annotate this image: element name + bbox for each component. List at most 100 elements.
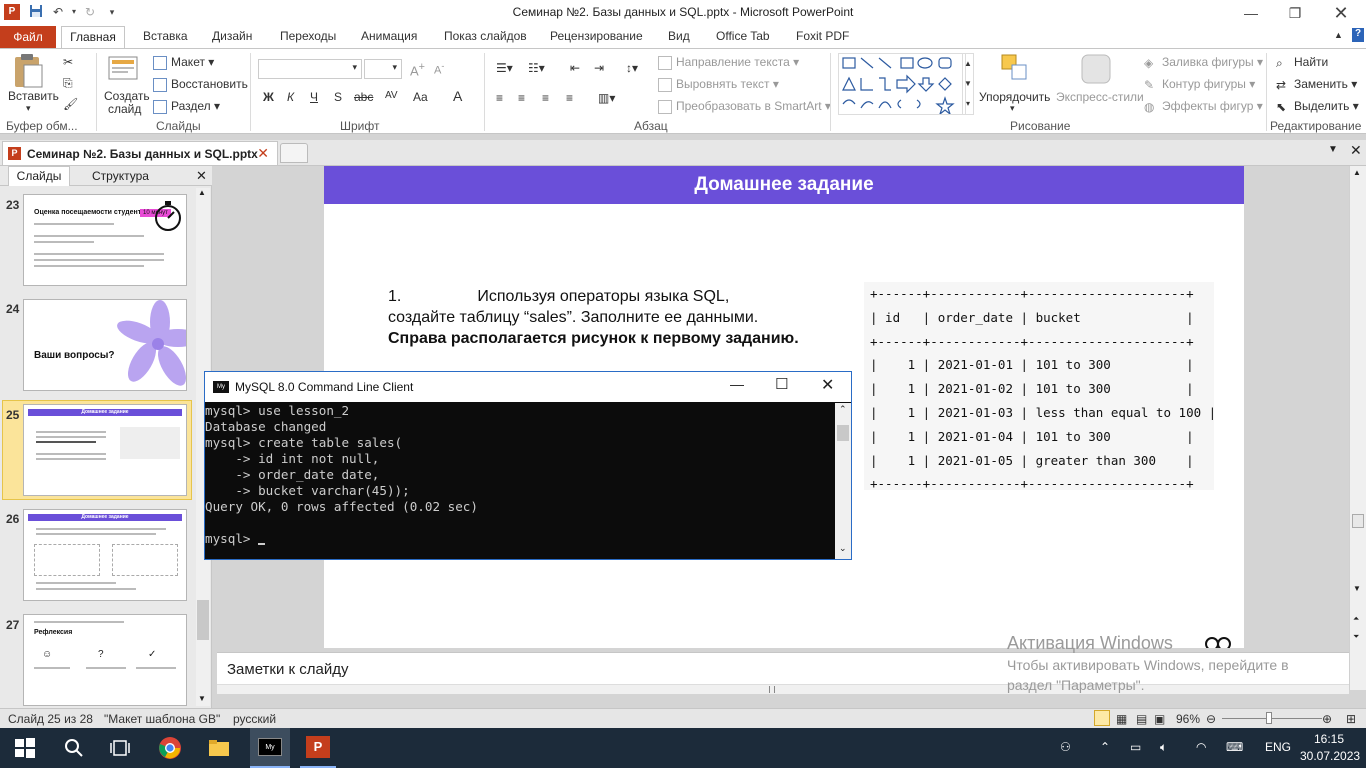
reset-button[interactable]: Восстановить (153, 77, 248, 92)
zoom-level[interactable]: 96% (1176, 712, 1200, 726)
scroll-down-icon[interactable]: ⌄ (839, 543, 847, 554)
tab-foxit-pdf[interactable]: Foxit PDF (796, 29, 849, 43)
tab-design[interactable]: Дизайн (212, 29, 252, 43)
taskbar-mysql-active[interactable]: My (250, 728, 290, 768)
editor-scroll-thumb[interactable] (1352, 514, 1364, 528)
close-button[interactable]: ✕ (1318, 0, 1364, 26)
language-indicator[interactable]: ENG (1265, 740, 1291, 754)
italic-button[interactable]: К (287, 90, 294, 104)
tab-list-dropdown-icon[interactable]: ▼ (1328, 144, 1338, 155)
reading-view-icon[interactable]: ▤ (1136, 712, 1147, 726)
align-right-icon[interactable]: ≡ (542, 91, 549, 105)
new-slide-icon[interactable] (108, 55, 138, 83)
console-output[interactable]: mysql> use lesson_2 Database changed mys… (205, 403, 835, 559)
chevron-up-icon[interactable]: ⌃ (1100, 740, 1110, 754)
arrange-icon[interactable] (1000, 53, 1030, 83)
scroll-up-icon[interactable]: ▲ (198, 188, 206, 197)
decrease-indent-icon[interactable]: ⇤ (570, 61, 580, 75)
section-button[interactable]: Раздел ▾ (153, 99, 220, 114)
battery-icon[interactable]: ▭ (1130, 740, 1141, 754)
minimize-button[interactable]: — (1228, 0, 1274, 26)
scroll-up-icon[interactable]: ▲ (1353, 168, 1361, 177)
normal-view-icon[interactable] (1094, 710, 1110, 726)
font-size-select[interactable]: ▾ (364, 59, 402, 79)
task-text[interactable]: 1. Используя операторы языка SQL, создайт… (388, 286, 828, 349)
slide-thumbnail-24[interactable]: Ваши вопросы? (23, 299, 187, 391)
paste-icon[interactable] (12, 53, 46, 91)
grow-font-icon[interactable]: A+ (410, 61, 425, 78)
windows-start-icon[interactable] (13, 736, 37, 760)
char-spacing-button[interactable]: AV (385, 90, 398, 101)
zoom-out-icon[interactable]: ⊖ (1206, 712, 1216, 726)
tab-file[interactable]: Файл (0, 26, 56, 48)
zoom-slider-thumb[interactable] (1266, 712, 1272, 724)
shapes-scroll[interactable]: ▲ ▼ ▾ (962, 53, 974, 115)
clock-date[interactable]: 30.07.2023 (1300, 749, 1360, 763)
tab-animation[interactable]: Анимация (361, 29, 417, 43)
tab-outline[interactable]: Структура (92, 169, 149, 183)
shrink-font-icon[interactable]: A- (434, 61, 444, 77)
align-left-icon[interactable]: ≡ (496, 91, 503, 105)
tab-home[interactable]: Главная (61, 26, 125, 49)
tab-slides[interactable]: Слайды (8, 166, 70, 186)
shape-effects-button[interactable]: ◍ Эффекты фигур ▾ (1144, 99, 1263, 114)
help-icon[interactable]: ? (1352, 28, 1364, 42)
bold-button[interactable]: Ж (263, 90, 274, 104)
scroll-down-icon[interactable]: ▼ (198, 694, 206, 703)
notes-placeholder[interactable]: Заметки к слайду (227, 661, 349, 678)
restore-button[interactable]: ❐ (1272, 0, 1318, 26)
tab-office-tab[interactable]: Office Tab (716, 29, 770, 43)
smartart-button[interactable]: Преобразовать в SmartArt ▾ (658, 99, 831, 114)
console-scroll-thumb[interactable] (837, 425, 849, 441)
close-all-icon[interactable]: ✕ (1350, 142, 1362, 159)
slideshow-icon[interactable]: ▣ (1154, 712, 1165, 726)
zoom-in-icon[interactable]: ⊕ (1322, 712, 1332, 726)
text-direction-button[interactable]: Направление текста ▾ (658, 55, 799, 70)
network-icon[interactable]: ◠ (1196, 740, 1206, 754)
slide-thumbnail-25[interactable]: Домашнее задание (23, 404, 187, 496)
panel-scroll-thumb[interactable] (197, 600, 209, 640)
replace-button[interactable]: ⇄ Заменить ▾ (1276, 77, 1357, 92)
align-center-icon[interactable]: ≡ (518, 91, 525, 105)
task-view-icon[interactable] (108, 736, 132, 760)
shapes-gallery[interactable] (838, 53, 966, 116)
justify-icon[interactable]: ≡ (566, 91, 573, 105)
layout-button[interactable]: Макет ▾ (153, 55, 214, 70)
quick-styles-button[interactable]: Экспресс-стили (1056, 90, 1144, 104)
notes-h-scrollbar[interactable] (217, 684, 1349, 694)
new-tab-button[interactable] (280, 143, 308, 163)
keyboard-icon[interactable]: ⌨ (1226, 740, 1243, 754)
scroll-up-icon[interactable]: ⌃ (839, 404, 847, 415)
line-spacing-icon[interactable]: ↕▾ (626, 61, 638, 75)
underline-button[interactable]: Ч (310, 90, 318, 104)
console-maximize-button[interactable]: ☐ (775, 375, 788, 393)
paste-button[interactable]: Вставить (8, 89, 59, 103)
console-close-button[interactable]: ✕ (821, 375, 834, 395)
slide-header[interactable]: Домашнее задание (324, 166, 1244, 204)
search-icon[interactable] (62, 736, 86, 760)
collapse-ribbon-icon[interactable]: ▲ (1334, 30, 1343, 40)
cut-icon[interactable]: ✂ (63, 55, 73, 69)
tab-transitions[interactable]: Переходы (280, 29, 336, 43)
quick-styles-icon[interactable] (1080, 53, 1112, 85)
console-scrollbar[interactable]: ⌃ ⌄ (835, 403, 851, 559)
theme-status[interactable]: "Макет шаблона GB" (104, 712, 220, 726)
notes-scroll-thumb[interactable] (769, 686, 775, 693)
select-button[interactable]: ⬉ Выделить ▾ (1276, 99, 1359, 114)
mysql-console-window[interactable]: My MySQL 8.0 Command Line Client — ☐ ✕ m… (204, 371, 852, 560)
numbering-icon[interactable]: ☷▾ (528, 61, 545, 75)
taskbar-powerpoint[interactable]: P (300, 728, 336, 768)
align-text-button[interactable]: Выровнять текст ▾ (658, 77, 779, 92)
tab-slideshow[interactable]: Показ слайдов (444, 29, 527, 43)
columns-icon[interactable]: ▥▾ (598, 91, 615, 105)
tab-review[interactable]: Рецензирование (550, 29, 643, 43)
new-slide-button[interactable]: Создать (104, 89, 150, 103)
console-title-bar[interactable]: My MySQL 8.0 Command Line Client — ☐ ✕ (205, 372, 851, 402)
volume-icon[interactable]: 🔈︎ (1160, 740, 1167, 755)
zoom-slider[interactable] (1222, 718, 1322, 719)
font-color-button[interactable]: A (453, 88, 462, 104)
close-panel-icon[interactable]: ✕ (196, 168, 207, 184)
font-name-select[interactable]: ▾ (258, 59, 362, 79)
paste-dropdown-icon[interactable]: ▾ (26, 103, 31, 114)
clock-time[interactable]: 16:15 (1314, 732, 1344, 746)
